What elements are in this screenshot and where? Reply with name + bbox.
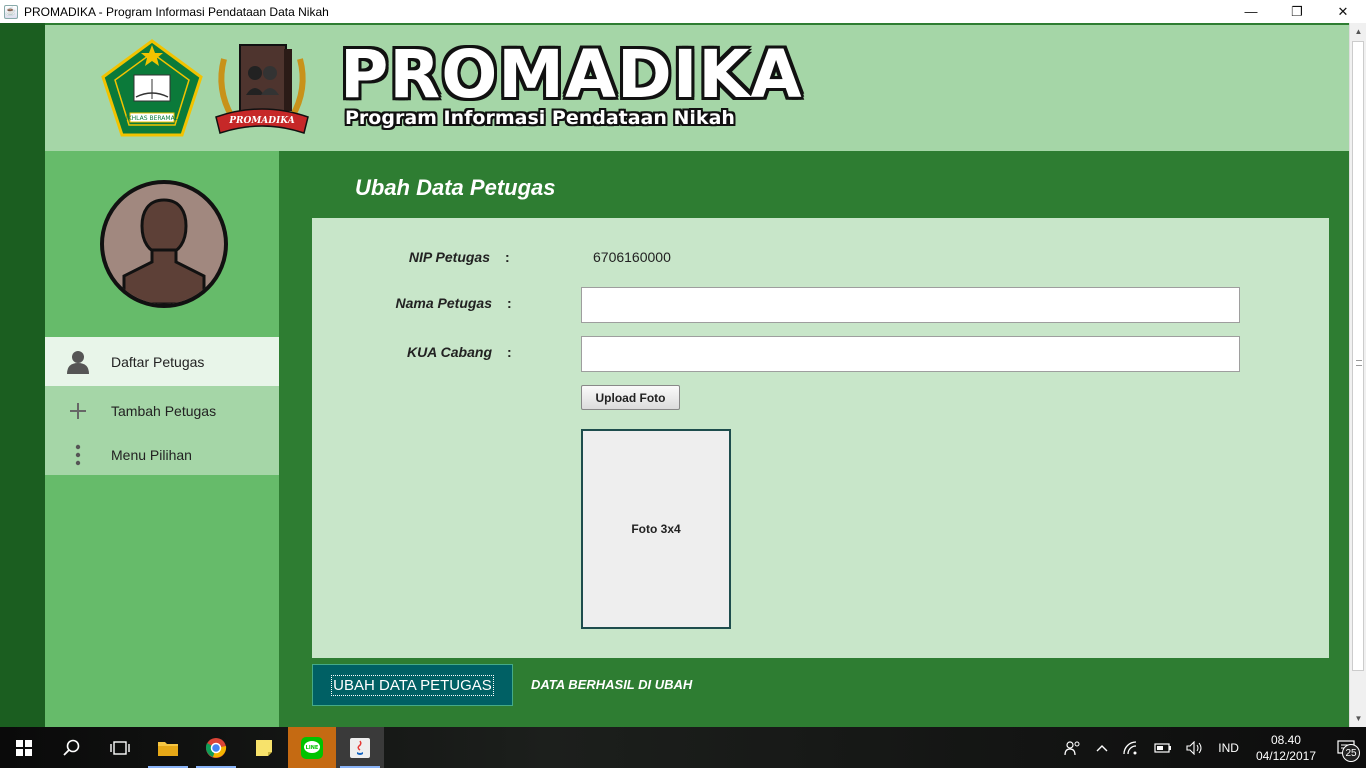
nama-colon: :	[507, 295, 512, 311]
windows-start-icon[interactable]	[0, 727, 48, 768]
promadika-logo: PROMADIKA	[215, 44, 309, 134]
wifi-icon[interactable]	[1115, 727, 1147, 768]
chevron-up-icon[interactable]	[1089, 727, 1115, 768]
ubah-data-petugas-label: UBAH DATA PETUGAS	[331, 674, 494, 696]
left-accent-bar	[0, 23, 45, 727]
java-app-icon: ☕	[4, 4, 18, 19]
scroll-grip-icon	[1356, 360, 1362, 366]
minimize-button[interactable]: —	[1228, 0, 1274, 23]
kemenag-logo: IKHLAS BERAMAL	[101, 39, 203, 137]
person-icon	[45, 350, 111, 374]
window-titlebar: ☕ PROMADIKA - Program Informasi Pendataa…	[0, 0, 1366, 23]
vertical-scrollbar[interactable]: ▲ ▼	[1349, 23, 1366, 727]
taskbar: LINE IND 08.40 04/12/2017 25	[0, 727, 1366, 768]
promadika-logo-text: PROMADIKA	[228, 116, 295, 126]
photo-placeholder-label: Foto 3x4	[631, 522, 681, 536]
people-icon[interactable]	[1057, 727, 1089, 768]
kua-colon: :	[507, 344, 512, 360]
window-title: PROMADIKA - Program Informasi Pendataan …	[24, 4, 329, 19]
search-icon[interactable]	[48, 727, 96, 768]
system-tray: IND 08.40 04/12/2017 25	[1057, 727, 1366, 768]
photo-placeholder: Foto 3x4	[581, 429, 731, 629]
close-button[interactable]: ✕	[1320, 0, 1366, 23]
person-silhouette-icon	[122, 198, 206, 304]
sidebar-item-label: Daftar Petugas	[111, 353, 205, 370]
form-panel: NIP Petugas : 6706160000 Nama Petugas : …	[312, 218, 1329, 658]
volume-icon[interactable]	[1179, 727, 1211, 768]
nama-petugas-field[interactable]	[581, 287, 1240, 323]
clock[interactable]: 08.40 04/12/2017	[1246, 732, 1326, 764]
line-app-icon[interactable]: LINE	[288, 727, 336, 768]
app-window: IKHLAS BERAMAL PROMADIKA PROMADIKA Progr…	[0, 23, 1366, 727]
sidebar-item-menu-pilihan[interactable]: Menu Pilihan	[45, 435, 279, 475]
sidebar-item-label: Menu Pilihan	[111, 447, 192, 463]
brand-title: PROMADIKA	[340, 36, 803, 113]
svg-text:LINE: LINE	[306, 745, 319, 751]
restore-button[interactable]: ❐	[1274, 0, 1320, 23]
nip-label: NIP Petugas	[408, 249, 490, 265]
action-center-icon[interactable]: 25	[1326, 727, 1366, 768]
kua-label: KUA Cabang	[406, 344, 492, 360]
file-explorer-icon[interactable]	[144, 727, 192, 768]
page-title: Ubah Data Petugas	[355, 175, 556, 200]
kua-cabang-field[interactable]	[581, 336, 1240, 372]
clock-date: 04/12/2017	[1255, 748, 1316, 763]
app-header: IKHLAS BERAMAL PROMADIKA PROMADIKA Progr…	[45, 25, 1349, 151]
sidebar-item-tambah-petugas[interactable]: Tambah Petugas	[45, 386, 279, 435]
clock-time: 08.40	[1270, 732, 1301, 747]
nip-value: 6706160000	[593, 249, 671, 265]
scroll-thumb[interactable]	[1352, 41, 1364, 671]
sticky-notes-icon[interactable]	[240, 727, 288, 768]
window-controls: — ❐ ✕	[1228, 0, 1366, 23]
more-vertical-icon	[45, 444, 111, 466]
notification-count-badge: 25	[1342, 744, 1360, 762]
nip-colon: :	[505, 249, 510, 265]
status-message: DATA BERHASIL DI UBAH	[531, 677, 693, 692]
language-indicator[interactable]: IND	[1211, 727, 1246, 768]
sidebar-item-daftar-petugas[interactable]: Daftar Petugas	[45, 337, 279, 386]
scroll-up-icon[interactable]: ▲	[1350, 23, 1366, 40]
sidebar-item-label: Tambah Petugas	[111, 402, 217, 419]
kemenag-logo-text: IKHLAS BERAMAL	[126, 115, 179, 122]
chrome-icon[interactable]	[192, 727, 240, 768]
side-panel: Daftar Petugas Tambah Petugas Menu Pilih…	[45, 151, 279, 727]
plus-icon	[45, 402, 111, 419]
sidebar-menu: Daftar Petugas Tambah Petugas Menu Pilih…	[45, 337, 279, 475]
java-app-taskbar-icon[interactable]	[336, 727, 384, 768]
upload-foto-button[interactable]: Upload Foto	[581, 385, 680, 410]
nama-label: Nama Petugas	[395, 295, 492, 311]
task-view-icon[interactable]	[96, 727, 144, 768]
scroll-down-icon[interactable]: ▼	[1350, 710, 1366, 727]
battery-icon[interactable]	[1147, 727, 1179, 768]
brand-subtitle: Program Informasi Pendataan Nikah	[345, 107, 735, 129]
ubah-data-petugas-button[interactable]: UBAH DATA PETUGAS	[312, 664, 513, 706]
user-avatar	[100, 180, 228, 308]
